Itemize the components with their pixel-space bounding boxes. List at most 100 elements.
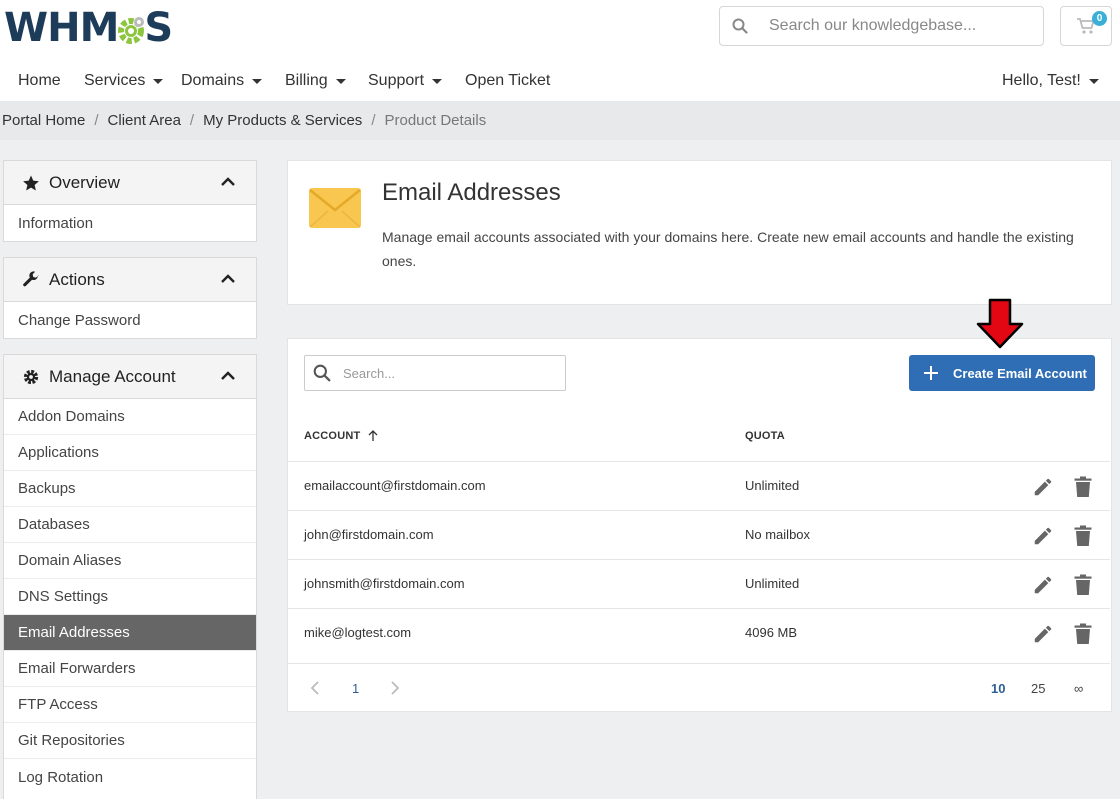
caret-down-icon <box>252 78 263 84</box>
sidebar-item-label: FTP Access <box>18 696 98 713</box>
create-email-account-button[interactable]: Create Email Account <box>909 355 1095 391</box>
sidebar-item-dns-settings[interactable]: DNS Settings <box>4 579 256 615</box>
nav-support-label: Support <box>368 72 425 89</box>
email-intro-card: Email Addresses Manage email accounts as… <box>287 160 1112 305</box>
caret-down-icon <box>1088 78 1099 84</box>
site-header: WHM S Search our knowledgebase... 0 Home… <box>0 0 1120 101</box>
pencil-icon[interactable] <box>1032 574 1054 596</box>
account-cell: emailaccount@firstdomain.com <box>304 478 486 493</box>
sidebar-overview-panel: Overview Information <box>3 160 257 242</box>
column-header-label: ACCOUNT <box>304 430 361 442</box>
sidebar-item-change-password[interactable]: Change Password <box>4 302 256 338</box>
caret-down-icon <box>335 78 346 84</box>
quota-cell: Unlimited <box>745 576 800 591</box>
breadcrumb-portal-home[interactable]: Portal Home <box>2 112 85 129</box>
chevron-up-icon[interactable] <box>220 175 236 189</box>
nav-billing[interactable]: Billing <box>285 72 346 90</box>
caret-down-icon <box>153 78 164 84</box>
gear-logo-icon <box>118 17 145 44</box>
sidebar-item-applications[interactable]: Applications <box>4 435 256 471</box>
sidebar-item-label: Databases <box>18 516 90 533</box>
sidebar-item-log-rotation[interactable]: Log Rotation <box>4 759 256 795</box>
sidebar-item-domain-aliases[interactable]: Domain Aliases <box>4 543 256 579</box>
sidebar-item-label: Domain Aliases <box>18 552 122 569</box>
sidebar-item-ftp-access[interactable]: FTP Access <box>4 687 256 723</box>
sidebar-item-git-repositories[interactable]: Git Repositories <box>4 723 256 759</box>
chevron-right-icon[interactable] <box>390 680 400 696</box>
cart-count-badge: 0 <box>1092 11 1107 26</box>
trash-icon[interactable] <box>1074 476 1092 498</box>
plus-icon <box>924 366 938 380</box>
logo-text-right: S <box>144 5 173 51</box>
pagination: 1 10 25 ∞ <box>288 663 1110 712</box>
sidebar-manage-account-panel: Manage Account Addon Domains Application… <box>3 354 257 799</box>
page-size-10[interactable]: 10 <box>991 681 1005 696</box>
sidebar-item-addon-domains[interactable]: Addon Domains <box>4 399 256 435</box>
account-cell: johnsmith@firstdomain.com <box>304 576 465 591</box>
page-title: Email Addresses <box>382 179 561 206</box>
trash-icon[interactable] <box>1074 574 1092 596</box>
nav-domains[interactable]: Domains <box>181 72 263 90</box>
user-menu[interactable]: Hello, Test! <box>1002 72 1099 90</box>
wrench-icon <box>22 270 42 289</box>
search-icon <box>720 18 760 34</box>
nav-open-ticket[interactable]: Open Ticket <box>465 72 550 90</box>
table-row: mike@logtest.com 4096 MB <box>288 608 1110 663</box>
page-description: Manage email accounts associated with yo… <box>382 229 1074 269</box>
pencil-icon[interactable] <box>1032 623 1054 645</box>
breadcrumb: Portal Home / Client Area / My Products … <box>0 101 1120 140</box>
email-accounts-card: Search... Create Email Account ACCOUNT Q… <box>287 338 1112 712</box>
breadcrumb-separator: / <box>94 112 99 129</box>
cart-button[interactable]: 0 <box>1060 6 1112 46</box>
sidebar-item-backups[interactable]: Backups <box>4 471 256 507</box>
caret-down-icon <box>432 78 443 84</box>
sidebar-actions-panel: Actions Change Password <box>3 257 257 339</box>
sidebar-item-email-addresses[interactable]: Email Addresses <box>4 615 256 651</box>
nav-services[interactable]: Services <box>84 72 164 90</box>
nav-home-label: Home <box>18 72 61 89</box>
trash-icon[interactable] <box>1074 623 1092 645</box>
sidebar-item-label: Log Rotation <box>18 768 104 786</box>
page-size-25[interactable]: 25 <box>1031 681 1045 696</box>
sidebar-item-label: Applications <box>18 444 99 461</box>
overview-panel-header[interactable]: Overview <box>4 161 256 205</box>
sidebar-item-databases[interactable]: Databases <box>4 507 256 543</box>
page-size-all[interactable]: ∞ <box>1074 681 1083 696</box>
nav-billing-label: Billing <box>285 72 328 89</box>
actions-panel-header[interactable]: Actions <box>4 258 256 302</box>
whmcs-logo[interactable]: WHM S <box>4 5 173 51</box>
chevron-up-icon[interactable] <box>220 369 236 383</box>
quota-cell: 4096 MB <box>745 625 798 640</box>
breadcrumb-separator: / <box>189 112 195 129</box>
trash-icon[interactable] <box>1074 525 1092 547</box>
nav-support[interactable]: Support <box>368 72 443 90</box>
pencil-icon[interactable] <box>1032 476 1054 498</box>
table-search-input[interactable]: Search... <box>304 355 566 391</box>
breadcrumb-client-area[interactable]: Client Area <box>108 112 181 129</box>
nav-home[interactable]: Home <box>18 72 61 90</box>
nav-open-ticket-label: Open Ticket <box>465 72 551 89</box>
chevron-left-icon[interactable] <box>310 680 320 696</box>
account-cell: john@firstdomain.com <box>304 527 434 542</box>
column-header-account[interactable]: ACCOUNT <box>304 430 378 442</box>
pencil-icon[interactable] <box>1032 525 1054 547</box>
quota-cell: Unlimited <box>745 478 800 493</box>
breadcrumb-product-details: Product Details <box>384 112 487 129</box>
actions-title: Actions <box>49 269 105 289</box>
red-arrow-down-icon <box>976 298 1024 349</box>
knowledgebase-search-input[interactable]: Search our knowledgebase... <box>719 6 1044 46</box>
breadcrumb-my-products[interactable]: My Products & Services <box>203 112 362 129</box>
sidebar-item-label: Email Addresses <box>18 624 130 641</box>
sidebar-item-email-forwarders[interactable]: Email Forwarders <box>4 651 256 687</box>
account-cell: mike@logtest.com <box>304 625 412 640</box>
sidebar-item-label: Email Forwarders <box>18 660 136 677</box>
sidebar-item-information[interactable]: Information <box>4 205 256 241</box>
page-number[interactable]: 1 <box>352 681 359 696</box>
sidebar-item-label: Change Password <box>18 311 141 329</box>
chevron-up-icon[interactable] <box>220 272 236 286</box>
manage-account-panel-header[interactable]: Manage Account <box>4 355 256 399</box>
sidebar-item-label: DNS Settings <box>18 588 109 605</box>
column-header-quota[interactable]: QUOTA <box>745 430 785 442</box>
sidebar-item-label: Git Repositories <box>18 732 125 749</box>
nav-domains-label: Domains <box>181 72 245 89</box>
